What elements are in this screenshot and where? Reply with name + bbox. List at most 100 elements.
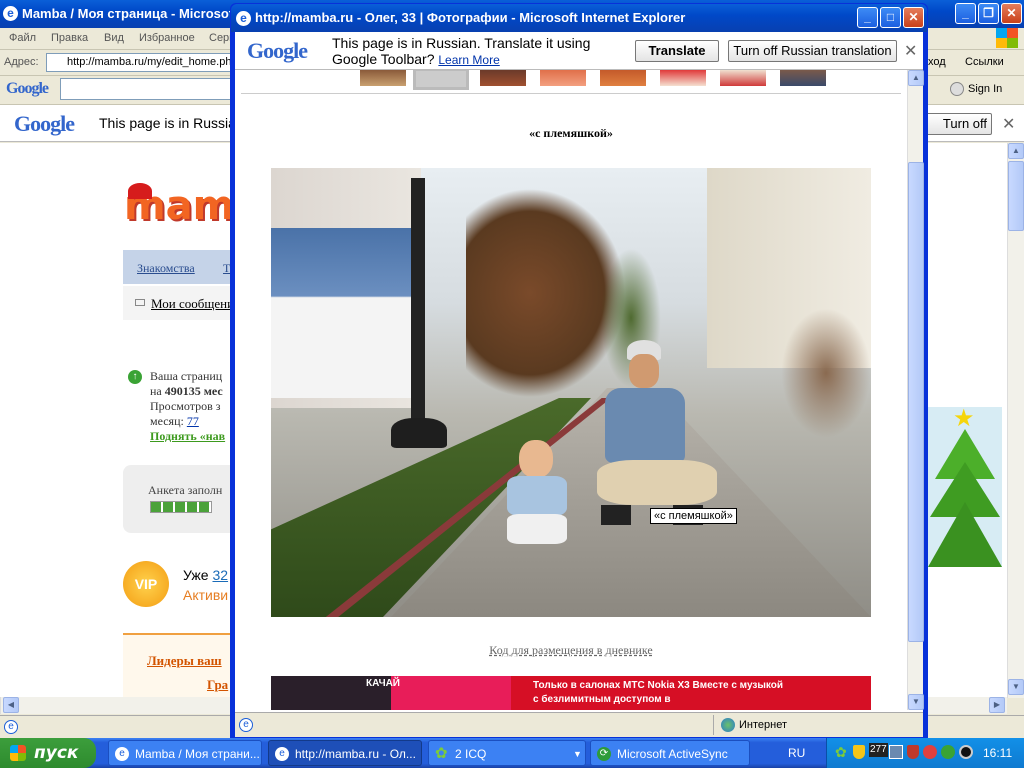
thumbnail-4[interactable] <box>540 70 586 86</box>
tray-update-icon[interactable] <box>941 745 955 759</box>
stats-line-1: Ваша страниц <box>150 369 223 383</box>
google-translate-logo: Google <box>14 111 75 136</box>
bg-scroll-down-arrow-icon[interactable]: ▼ <box>1008 679 1024 695</box>
tray-icq-icon[interactable]: ✿ <box>835 744 847 761</box>
language-indicator[interactable]: RU <box>788 746 805 760</box>
links-label[interactable]: Ссылки <box>965 56 1004 68</box>
bg-scroll-right-arrow-icon[interactable]: ▶ <box>989 697 1005 713</box>
stats-line-2-prefix: на <box>150 384 165 398</box>
photo-child <box>503 440 573 565</box>
menu-edit[interactable]: Правка <box>51 28 88 48</box>
mts-banner[interactable]: КАЧАЙ Только в салонах МТС Nokia X3 Вмес… <box>271 676 871 710</box>
close-translate-bar-icon[interactable]: ✕ <box>904 41 917 61</box>
embed-code-link[interactable]: Код для размещения в дневнике <box>235 643 907 658</box>
main-photo[interactable]: «с племяшкой» <box>271 168 871 617</box>
tray-counter-badge[interactable]: 277 <box>869 743 888 757</box>
photo-pedestrians <box>781 308 871 438</box>
popup-scroll-thumb[interactable] <box>908 162 924 642</box>
icq-group-dropdown-icon[interactable]: ▼ <box>573 741 582 765</box>
translate-button[interactable]: Translate <box>635 40 719 62</box>
bg-close-button[interactable]: ✕ <box>1001 3 1022 24</box>
popup-client: Google This page is in Russian. Translat… <box>235 32 924 737</box>
start-label: пуск <box>34 743 79 763</box>
vip-count-link[interactable]: 32 <box>212 567 228 583</box>
popup-vertical-scrollbar[interactable]: ▲ ▼ <box>907 70 924 710</box>
popup-ie-icon: e <box>236 11 251 26</box>
messages-link[interactable]: Мои сообщени <box>151 296 234 312</box>
tray-shield-icon[interactable] <box>853 745 865 759</box>
status-divider <box>713 715 714 735</box>
bg-scroll-up-arrow-icon[interactable]: ▲ <box>1008 143 1024 159</box>
tray-activesync-icon[interactable] <box>959 745 973 759</box>
popup-minimize-button[interactable]: _ <box>857 7 878 28</box>
leaders-link-2[interactable]: Гра <box>207 677 228 693</box>
taskbar-item-activesync[interactable]: ⟳ Microsoft ActiveSync <box>590 740 750 766</box>
tray-security-icon[interactable] <box>907 745 919 759</box>
thumbnail-strip <box>355 70 835 90</box>
nav-dating-link[interactable]: Знакомства <box>137 261 195 276</box>
popup-translate-msg-line2: Google Toolbar? <box>332 51 435 67</box>
start-button[interactable]: пуск <box>0 738 96 768</box>
thumbnail-8[interactable] <box>780 70 826 86</box>
popup-scroll-up-arrow-icon[interactable]: ▲ <box>908 70 924 86</box>
bg-scroll-thumb[interactable] <box>1008 161 1024 231</box>
bg-translate-message: This page is in Russian. <box>99 115 248 131</box>
bg-vertical-scrollbar[interactable]: ▲ ▼ <box>1007 143 1024 698</box>
leaders-box: Лидеры ваш Гра <box>123 633 243 698</box>
taskbar-item-activesync-label: Microsoft ActiveSync <box>617 747 728 761</box>
popup-translate-msg-line1: This page is in Russian. Translate it us… <box>332 35 591 51</box>
internet-zone-label: Интернет <box>739 719 787 731</box>
thumbnail-3[interactable] <box>480 70 526 86</box>
photo-caption: «с племяшкой» <box>529 126 613 140</box>
thumbnail-7[interactable] <box>720 70 766 86</box>
taskbar-item-mamba[interactable]: e Mamba / Моя страни... <box>108 740 262 766</box>
thumbnail-2-selected[interactable] <box>413 70 469 90</box>
popup-translate-bar: Google This page is in Russian. Translat… <box>235 32 923 70</box>
menu-file[interactable]: Файл <box>9 28 36 48</box>
stats-month-count[interactable]: 77 <box>187 414 199 428</box>
address-input[interactable]: http://mamba.ru/my/edit_home.phtml <box>46 53 232 72</box>
thumbnail-6[interactable] <box>660 70 706 86</box>
photo-shop-front <box>271 228 411 398</box>
popup-window: e http://mamba.ru - Олег, 33 | Фотографи… <box>230 3 928 738</box>
popup-maximize-button[interactable]: □ <box>880 7 901 28</box>
taskbar-item-popup-active[interactable]: e http://mamba.ru - Ол... <box>268 740 422 766</box>
exit-link[interactable]: ход <box>928 56 946 68</box>
popup-google-logo: Google <box>247 38 308 63</box>
thumbnail-5[interactable] <box>600 70 646 86</box>
taskbar-ie-icon-2: e <box>275 747 289 761</box>
popup-titlebar[interactable]: e http://mamba.ru - Олег, 33 | Фотографи… <box>231 4 927 32</box>
popup-scroll-down-arrow-icon[interactable]: ▼ <box>908 694 924 710</box>
bg-maximize-button[interactable]: ❐ <box>978 3 999 24</box>
system-tray: ✿ 277 16:11 <box>826 738 1024 768</box>
bg-nav-tabs: Знакомства Т <box>123 250 243 284</box>
menu-favorites[interactable]: Избранное <box>139 28 195 48</box>
vip-text: Уже 32 Активи <box>183 565 228 605</box>
popup-close-button[interactable]: ✕ <box>903 7 924 28</box>
leaders-link[interactable]: Лидеры ваш <box>147 653 222 669</box>
signin-link[interactable]: Sign In <box>968 83 1002 95</box>
learn-more-link[interactable]: Learn More <box>438 53 499 67</box>
photo-lamp-post <box>411 178 425 448</box>
taskbar-item-mamba-label: Mamba / Моя страни... <box>135 747 260 761</box>
taskbar-item-icq-label: 2 ICQ <box>455 747 487 761</box>
tray-antivirus-icon[interactable] <box>923 745 937 759</box>
google-search-input[interactable] <box>60 78 232 100</box>
clock: 16:11 <box>983 746 1013 760</box>
thumbnail-1[interactable] <box>360 70 406 86</box>
popup-page: «с племяшкой» «с племяшкой» Код для разм… <box>235 70 907 710</box>
bg-minimize-button[interactable]: _ <box>955 3 976 24</box>
bg-scroll-left-arrow-icon[interactable]: ◀ <box>3 697 19 713</box>
bg-close-translate-icon[interactable]: ✕ <box>1002 114 1015 134</box>
vip-activate-link[interactable]: Активи <box>183 587 228 603</box>
banner-text-line1: Только в салонах МТС Nokia X3 Вместе с м… <box>533 680 784 691</box>
turnoff-translation-button[interactable]: Turn off Russian translation <box>728 40 897 62</box>
tray-network-icon[interactable] <box>889 745 903 759</box>
signin-icon <box>950 82 964 96</box>
stats-line-4-prefix: месяц: <box>150 414 187 428</box>
bg-turnoff-translation-button[interactable]: Turn off Russian translation <box>926 113 992 135</box>
raise-profile-link[interactable]: Поднять «нав <box>150 429 225 443</box>
popup-statusbar: e Интернет <box>235 712 923 737</box>
menu-view[interactable]: Вид <box>104 28 124 48</box>
taskbar-item-icq[interactable]: ✿ 2 ICQ ▼ <box>428 740 586 766</box>
